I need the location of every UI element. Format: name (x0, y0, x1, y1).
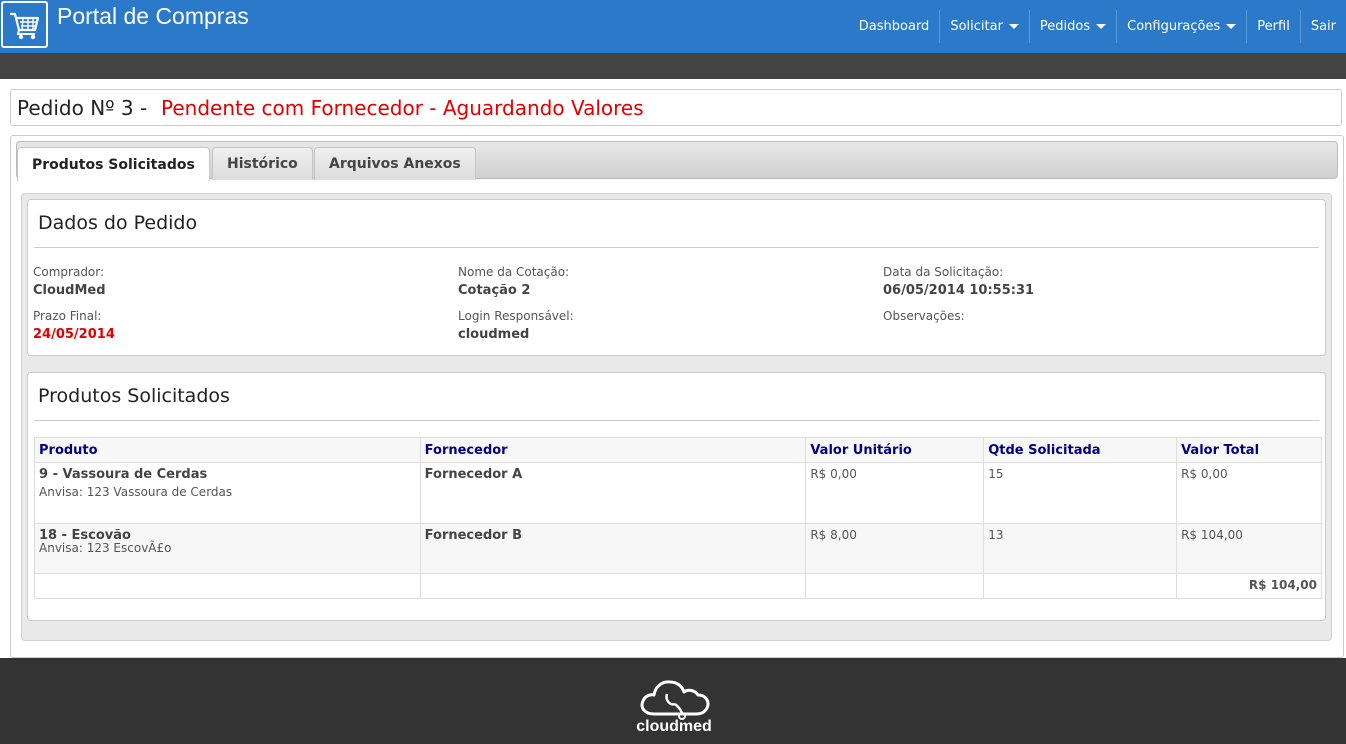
col-qtde-solicitada: Qtde Solicitada (983, 437, 1178, 463)
unit-price-cell: R$ 0,00 (805, 462, 985, 524)
nav-pedidos[interactable]: Pedidos (1028, 10, 1116, 43)
product-anvisa: Anvisa: 123 EscovÃ£o (39, 541, 172, 555)
nav-sair[interactable]: Sair (1299, 10, 1346, 43)
divider (34, 247, 1319, 248)
caret-down-icon (1008, 24, 1019, 29)
cloud-stethoscope-icon (640, 680, 710, 720)
product-anvisa: Anvisa: 123 Vassoura de Cerdas (39, 485, 233, 499)
table-header-row: Produto Fornecedor Valor Unitário Qtde S… (34, 437, 1322, 463)
footer: cloudmed (0, 658, 1346, 744)
prazo-final-value: 24/05/2014 (33, 327, 115, 342)
order-data-card: Dados do Pedido Comprador: CloudMed Nome… (27, 199, 1326, 356)
product-name: 9 - Vassoura de Cerdas (39, 467, 208, 482)
tab-label: Histórico (227, 156, 298, 172)
app-title: Portal de Compras (57, 3, 249, 29)
tab-arquivos-anexos[interactable]: Arquivos Anexos (314, 147, 476, 180)
unit-price-cell: R$ 8,00 (805, 523, 985, 574)
app-logo[interactable] (1, 1, 48, 48)
order-title-panel: Pedido Nº 3 - Pendente com Fornecedor - … (10, 89, 1342, 126)
nav-label: Perfil (1257, 19, 1290, 34)
empty-cell (34, 573, 421, 599)
table-row: 9 - Vassoura de Cerdas Anvisa: 123 Vasso… (34, 462, 1322, 524)
nav-label: Dashboard (858, 19, 930, 34)
grand-total: R$ 104,00 (1176, 573, 1322, 599)
col-fornecedor: Fornecedor (419, 437, 807, 463)
supplier-cell: Fornecedor A (419, 462, 807, 524)
supplier-name: Fornecedor A (424, 467, 523, 482)
top-navbar: Portal de Compras Dashboard Solicitar Pe… (0, 0, 1346, 53)
supplier-name: Fornecedor B (424, 528, 523, 543)
tab-historico[interactable]: Histórico (212, 147, 313, 180)
login-responsavel-label: Login Responsável: (458, 309, 574, 323)
products-table: Produto Fornecedor Valor Unitário Qtde S… (34, 437, 1322, 599)
tab-produtos-solicitados[interactable]: Produtos Solicitados (17, 147, 210, 181)
caret-down-icon (1096, 24, 1107, 29)
supplier-cell: Fornecedor B (419, 523, 807, 574)
order-status: Pendente com Fornecedor - Aguardando Val… (161, 96, 644, 120)
products-card: Produtos Solicitados Produto Fornecedor … (27, 372, 1326, 621)
nome-cotacao-label: Nome da Cotação: (458, 265, 570, 279)
col-valor-total: Valor Total (1176, 437, 1322, 463)
data-solicitacao-label: Data da Solicitação: (883, 265, 1004, 279)
products-title: Produtos Solicitados (38, 385, 230, 407)
data-solicitacao-value: 06/05/2014 10:55:31 (883, 283, 1035, 298)
order-number: Pedido Nº 3 - (17, 96, 148, 120)
nav-perfil[interactable]: Perfil (1246, 10, 1300, 43)
footer-logo: cloudmed (632, 676, 716, 742)
empty-cell (805, 573, 985, 599)
login-responsavel-value: cloudmed (458, 327, 530, 342)
comprador-value: CloudMed (33, 283, 106, 298)
total-cell: R$ 0,00 (1176, 462, 1322, 524)
col-produto: Produto (34, 437, 421, 463)
quantity-cell: 15 (983, 462, 1178, 524)
nav-solicitar[interactable]: Solicitar (939, 10, 1029, 43)
product-cell: 18 - Escovão Anvisa: 123 EscovÃ£o (34, 523, 421, 574)
divider (34, 420, 1319, 421)
prazo-final-label: Prazo Final: (33, 309, 102, 323)
shopping-cart-icon (10, 12, 40, 40)
sub-navbar (0, 53, 1346, 79)
empty-cell (983, 573, 1178, 599)
table-row: 18 - Escovão Anvisa: 123 EscovÃ£o Fornec… (34, 523, 1322, 574)
nome-cotacao-value: Cotação 2 (458, 283, 531, 298)
product-cell: 9 - Vassoura de Cerdas Anvisa: 123 Vasso… (34, 462, 421, 524)
tab-label: Arquivos Anexos (329, 156, 461, 172)
quantity-cell: 13 (983, 523, 1178, 574)
main-nav: Dashboard Solicitar Pedidos Configuraçõe… (849, 10, 1346, 43)
tab-content: Dados do Pedido Comprador: CloudMed Nome… (21, 193, 1332, 641)
caret-down-icon (1226, 24, 1237, 29)
nav-label: Pedidos (1039, 19, 1091, 34)
nav-label: Configurações (1127, 19, 1221, 34)
total-cell: R$ 104,00 (1176, 523, 1322, 574)
observacoes-label: Observações: (883, 309, 965, 323)
tab-label: Produtos Solicitados (32, 156, 195, 173)
nav-label: Solicitar (950, 19, 1003, 34)
order-data-title: Dados do Pedido (38, 212, 198, 234)
nav-label: Sair (1310, 19, 1336, 34)
tabs-panel: Produtos Solicitados Histórico Arquivos … (10, 135, 1344, 658)
table-total-row: R$ 104,00 (34, 573, 1322, 599)
footer-brand: cloudmed (636, 718, 712, 735)
comprador-label: Comprador: (33, 265, 105, 279)
nav-dashboard[interactable]: Dashboard (849, 10, 940, 43)
tab-bar: Produtos Solicitados Histórico Arquivos … (16, 141, 1338, 181)
nav-configuracoes[interactable]: Configurações (1116, 10, 1246, 43)
empty-cell (419, 573, 807, 599)
col-valor-unitario: Valor Unitário (805, 437, 985, 463)
